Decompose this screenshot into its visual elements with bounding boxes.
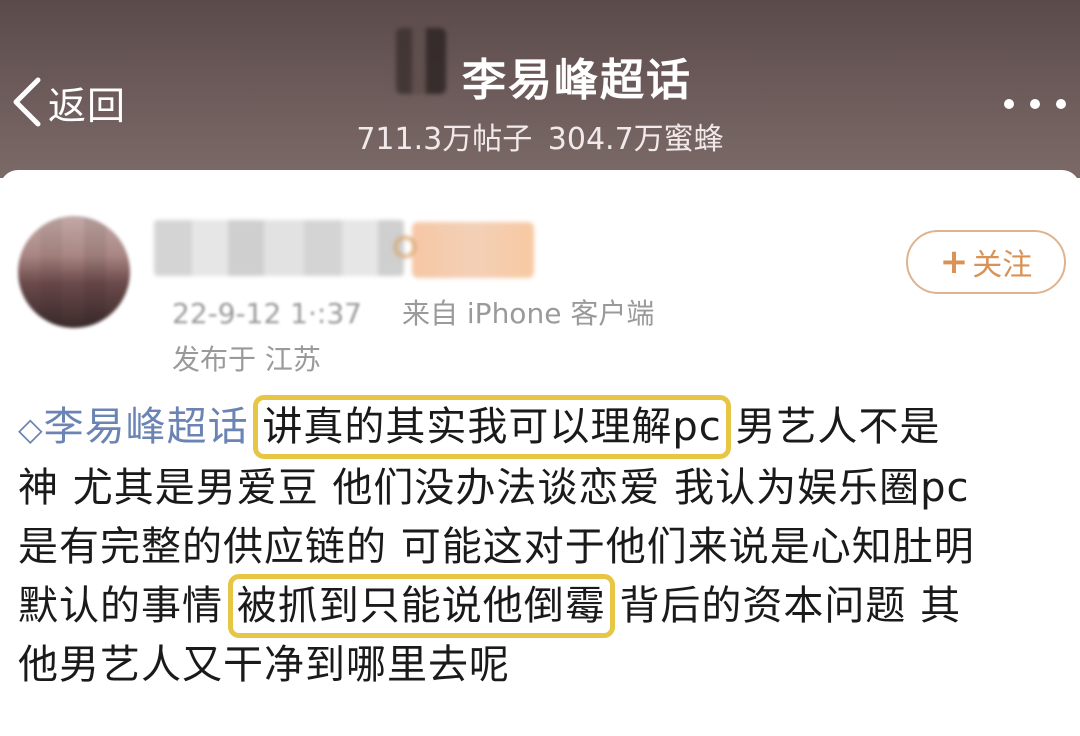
more-dots-icon <box>1004 99 1014 109</box>
post-text-segment: 背后的资本问题 其 <box>619 583 962 629</box>
post-card: 22-9-12 1·:37 来自 iPhone 客户端 发布于 江苏 + 关注 ◇… <box>0 170 1080 736</box>
more-dot <box>1030 99 1040 109</box>
highlighted-text: 讲真的其实我可以理解pc <box>253 395 731 459</box>
post-line: 神 尤其是男爱豆 他们没办法谈恋爱 我认为娱乐圈pc <box>18 465 970 511</box>
page-title: 李易峰超话 <box>462 55 692 106</box>
post-meta: 22-9-12 1·:37 来自 iPhone 客户端 <box>172 292 654 332</box>
post-line: ◇李易峰超话 讲真的其实我可以理解pc 男艺人不是 <box>18 395 1068 459</box>
post-text-segment: 默认的事情 <box>18 583 223 629</box>
topic-link[interactable]: ◇李易峰超话 <box>18 404 249 450</box>
member-count: 304.7万蜜蜂 <box>547 122 724 157</box>
blurred-user-badge <box>394 222 534 278</box>
page: 返回 李易峰超话 711.3万帖子 304.7万蜜蜂 22-9-12 1·:37… <box>0 0 1080 736</box>
post-count: 711.3万帖子 <box>356 122 533 157</box>
more-button[interactable] <box>1004 86 1066 122</box>
post-body: ◇李易峰超话 讲真的其实我可以理解pc 男艺人不是 神 尤其是男爱豆 他们没办法… <box>18 395 1068 695</box>
topic-stats: 711.3万帖子 304.7万蜜蜂 <box>0 114 1080 158</box>
follow-button[interactable]: + 关注 <box>906 230 1066 294</box>
diamond-icon: ◇ <box>18 410 44 448</box>
post-time: 22-9-12 1·:37 <box>172 297 362 330</box>
highlighted-text: 被抓到只能说他倒霉 <box>227 574 615 638</box>
post-line: 他男艺人又干净到哪里去呢 <box>18 642 510 688</box>
post-line: 是有完整的供应链的 可能这对于他们来说是心知肚明 <box>18 524 975 570</box>
post-location: 发布于 江苏 <box>172 343 321 376</box>
blurred-username[interactable] <box>154 220 404 276</box>
topic-link-label: 李易峰超话 <box>43 404 249 450</box>
follow-label: 关注 <box>972 248 1033 283</box>
more-dot <box>1056 99 1066 109</box>
plus-icon: + <box>939 242 969 282</box>
post-source: 来自 iPhone 客户端 <box>402 297 655 330</box>
blurred-topic-avatar <box>396 28 446 94</box>
post-text-segment: 男艺人不是 <box>735 404 941 450</box>
avatar[interactable] <box>18 216 130 328</box>
topic-header: 返回 李易峰超话 711.3万帖子 304.7万蜜蜂 <box>0 0 1080 178</box>
post-line: 默认的事情 被抓到只能说他倒霉 背后的资本问题 其 <box>18 574 1068 638</box>
